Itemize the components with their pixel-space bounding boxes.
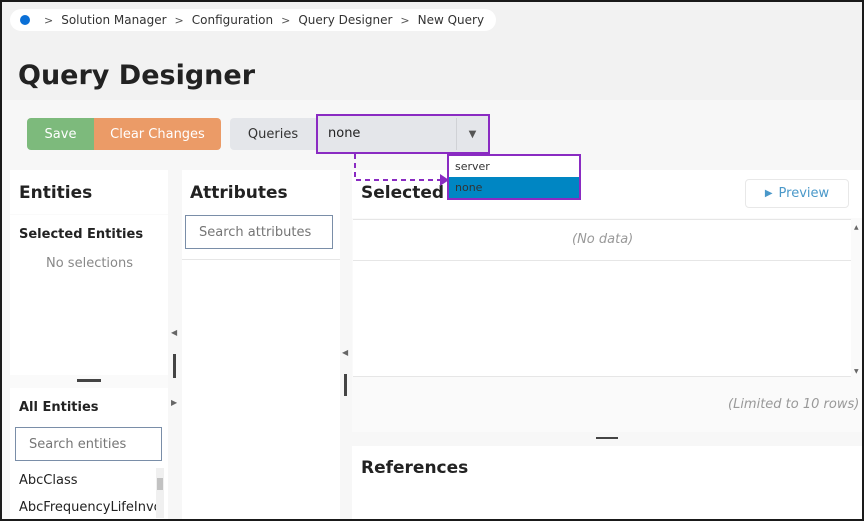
resize-handle[interactable] <box>596 437 618 439</box>
queries-select[interactable]: none ▼ <box>316 114 490 154</box>
chevron-right-icon: > <box>400 13 410 27</box>
page-title: Query Designer <box>18 60 256 91</box>
resize-handle[interactable] <box>77 379 101 382</box>
collapse-left-icon[interactable]: ◀ <box>342 348 348 357</box>
preview-button[interactable]: ▶ Preview <box>745 179 849 208</box>
breadcrumb-configuration[interactable]: Configuration <box>192 13 273 27</box>
breadcrumb-new-query: New Query <box>417 13 485 27</box>
scroll-up-icon[interactable]: ▲ <box>854 224 859 231</box>
annotation-arrow <box>354 154 449 186</box>
attributes-title: Attributes <box>190 183 288 203</box>
save-button[interactable]: Save <box>27 118 94 150</box>
all-entities-title: All Entities <box>19 400 99 415</box>
chevron-right-icon: > <box>44 13 54 27</box>
entities-scrollbar[interactable] <box>156 468 164 518</box>
queries-dropdown-menu: server none <box>447 154 581 200</box>
entities-title: Entities <box>19 183 93 203</box>
no-data-text: (No data) <box>572 232 634 247</box>
breadcrumb-query-designer[interactable]: Query Designer <box>298 13 392 27</box>
clear-changes-button[interactable]: Clear Changes <box>94 118 221 150</box>
breadcrumb: > Solution Manager > Configuration > Que… <box>10 9 497 31</box>
limit-note: (Limited to 10 rows) <box>728 397 860 412</box>
no-selections-text: No selections <box>46 256 134 271</box>
references-title: References <box>361 458 469 478</box>
resize-handle[interactable] <box>173 354 176 378</box>
dropdown-option-server[interactable]: server <box>449 156 579 177</box>
dropdown-option-none[interactable]: none <box>449 177 579 198</box>
expand-right-icon[interactable]: ▶ <box>171 398 177 407</box>
queries-label: Queries <box>230 118 316 150</box>
chevron-right-icon: > <box>281 13 291 27</box>
resize-handle[interactable] <box>344 374 347 396</box>
play-icon: ▶ <box>764 188 773 199</box>
selected-entities-title: Selected Entities <box>19 227 144 242</box>
entity-list-item[interactable]: AbcClass <box>19 473 78 488</box>
queries-select-value: none <box>328 126 361 141</box>
breadcrumb-solution-manager[interactable]: Solution Manager <box>61 13 166 27</box>
references-panel <box>352 446 862 519</box>
entity-list-item[interactable]: AbcFrequencyLifeInvc <box>19 500 159 515</box>
home-icon[interactable] <box>20 15 30 25</box>
search-entities-input[interactable] <box>15 427 162 461</box>
caret-down-icon[interactable]: ▼ <box>456 118 488 150</box>
search-attributes-input[interactable] <box>185 215 333 249</box>
app-window: > Solution Manager > Configuration > Que… <box>2 2 862 519</box>
scroll-down-icon[interactable]: ▼ <box>854 368 859 375</box>
collapse-left-icon[interactable]: ◀ <box>171 328 177 337</box>
chevron-right-icon: > <box>174 13 184 27</box>
